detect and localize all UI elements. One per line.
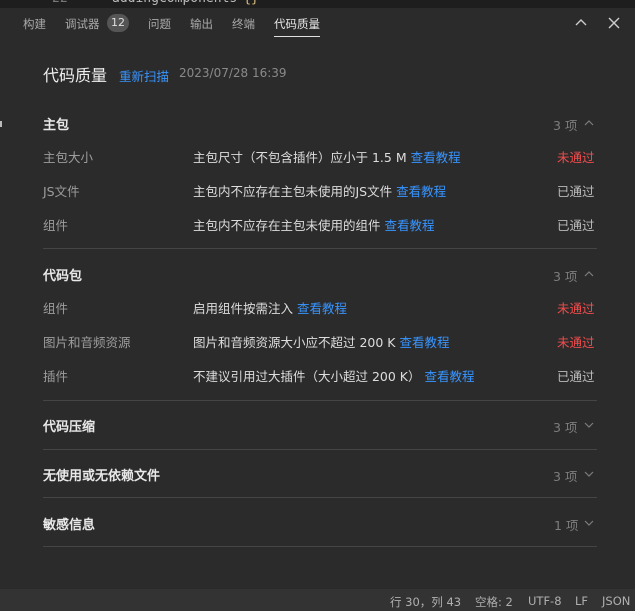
status-fail: 未通过 xyxy=(557,335,595,350)
status-fail: 未通过 xyxy=(557,301,595,316)
check-description: 图片和音频资源大小应不超过 200 K 查看教程 xyxy=(193,332,450,351)
check-name: 组件 xyxy=(43,301,69,316)
file-encoding[interactable]: UTF-8 xyxy=(528,594,562,608)
editor-fragment: 22 addingComponents {} xyxy=(0,0,635,8)
cursor-position[interactable]: 行 30，列 43 xyxy=(390,594,461,610)
rescan-link[interactable]: 重新扫描 xyxy=(119,66,169,85)
chevron-up-icon[interactable] xyxy=(574,16,588,30)
check-name: 插件 xyxy=(43,369,69,384)
check-description-text: 主包内不应存在主包未使用的组件 xyxy=(193,218,381,233)
tutorial-link[interactable]: 查看教程 xyxy=(396,184,446,199)
check-name: JS文件 xyxy=(43,184,80,199)
panel-tab-bar: 构建 调试器 12 问题 输出 终端 代码质量 xyxy=(0,8,635,40)
tab-output[interactable]: 输出 xyxy=(190,16,213,32)
page-title: 代码质量 xyxy=(43,66,108,85)
section-divider xyxy=(43,400,597,401)
chevron-down-icon[interactable] xyxy=(584,520,594,527)
scan-timestamp: 2023/07/28 16:39 xyxy=(179,66,287,80)
check-description-text: 主包内不应存在主包未使用的JS文件 xyxy=(193,184,393,199)
section-title-sensitive-info[interactable]: 敏感信息 xyxy=(43,514,95,533)
chevron-down-icon[interactable] xyxy=(584,471,594,478)
check-name: 主包大小 xyxy=(43,150,94,165)
tab-terminal[interactable]: 终端 xyxy=(232,16,255,32)
chevron-down-icon[interactable] xyxy=(584,422,594,429)
section-count: 1 项 xyxy=(554,518,579,533)
check-description: 主包内不应存在主包未使用的JS文件 查看教程 xyxy=(193,181,446,200)
section-divider xyxy=(43,248,597,249)
tab-code-quality[interactable]: 代码质量 xyxy=(274,16,320,32)
tutorial-link[interactable]: 查看教程 xyxy=(400,335,450,350)
tab-debugger[interactable]: 调试器 xyxy=(65,16,100,32)
check-description-text: 图片和音频资源大小应不超过 200 K xyxy=(193,335,396,350)
section-title-unused-files[interactable]: 无使用或无依赖文件 xyxy=(43,465,160,484)
editor-code-line[interactable]: addingComponents {} xyxy=(112,0,259,6)
tutorial-link[interactable]: 查看教程 xyxy=(425,369,475,384)
check-description: 启用组件按需注入 查看教程 xyxy=(193,298,347,317)
language-mode[interactable]: JSON xyxy=(602,594,630,608)
section-divider xyxy=(43,546,597,547)
editor-line-number: 22 xyxy=(52,0,68,6)
section-divider xyxy=(43,449,597,450)
tutorial-link[interactable]: 查看教程 xyxy=(385,218,435,233)
check-name: 组件 xyxy=(43,218,69,233)
section-divider xyxy=(43,497,597,498)
tutorial-link[interactable]: 查看教程 xyxy=(411,150,461,165)
chevron-up-icon[interactable] xyxy=(584,119,594,126)
section-title-code-compression[interactable]: 代码压缩 xyxy=(43,416,95,435)
section-count: 3 项 xyxy=(553,118,578,133)
check-description-text: 不建议引用过大插件（大小超过 200 K） xyxy=(193,369,421,384)
section-title-main-package[interactable]: 主包 xyxy=(43,114,69,133)
check-description: 主包尺寸（不包含插件）应小于 1.5 M 查看教程 xyxy=(193,147,461,166)
section-count: 3 项 xyxy=(553,469,578,484)
tutorial-link[interactable]: 查看教程 xyxy=(297,301,347,316)
section-count: 3 项 xyxy=(553,420,578,435)
active-tab-indicator xyxy=(274,36,320,37)
status-fail: 未通过 xyxy=(557,150,595,165)
status-pass: 已通过 xyxy=(557,184,595,199)
editor-edge-marker xyxy=(0,121,2,127)
section-count: 3 项 xyxy=(553,269,578,284)
check-description-text: 启用组件按需注入 xyxy=(193,301,294,316)
tab-build[interactable]: 构建 xyxy=(23,16,46,32)
editor-code-brace: {} xyxy=(243,0,259,6)
check-name: 图片和音频资源 xyxy=(43,335,131,350)
chevron-up-icon[interactable] xyxy=(584,270,594,277)
check-description: 不建议引用过大插件（大小超过 200 K） 查看教程 xyxy=(193,366,475,385)
check-description-text: 主包尺寸（不包含插件）应小于 1.5 M xyxy=(193,150,407,165)
status-bar: 行 30，列 43 空格: 2 UTF-8 LF JSON xyxy=(0,588,635,611)
section-title-code-package[interactable]: 代码包 xyxy=(43,265,82,284)
indentation-setting[interactable]: 空格: 2 xyxy=(475,594,513,610)
tab-problems[interactable]: 问题 xyxy=(148,16,171,32)
debugger-count-badge: 12 xyxy=(107,14,129,32)
line-ending[interactable]: LF xyxy=(575,594,588,608)
close-icon[interactable] xyxy=(607,16,621,30)
check-description: 主包内不应存在主包未使用的组件 查看教程 xyxy=(193,215,435,234)
editor-code-text: addingComponents xyxy=(112,0,237,6)
status-pass: 已通过 xyxy=(557,218,595,233)
status-pass: 已通过 xyxy=(557,369,595,384)
